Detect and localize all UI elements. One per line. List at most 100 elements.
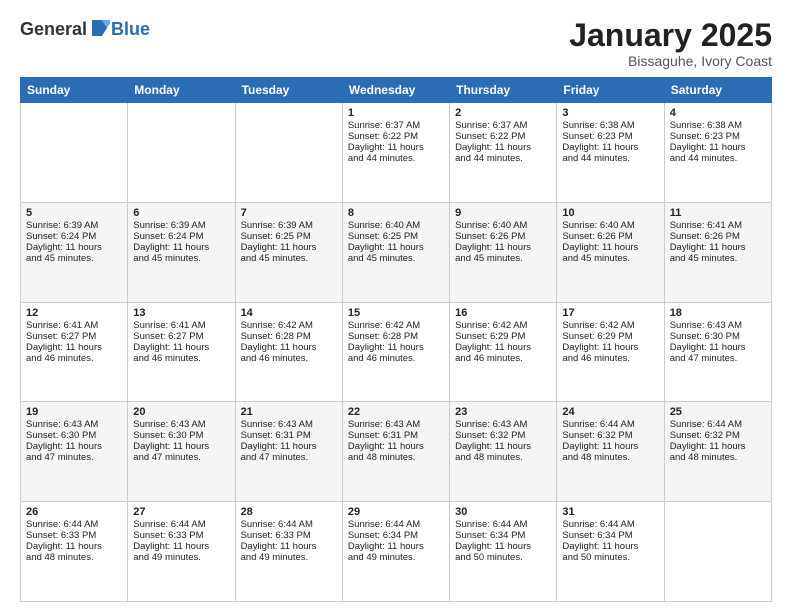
day-info-line: and 48 minutes. [26, 552, 122, 563]
day-number: 27 [133, 506, 229, 518]
day-info-line: Sunset: 6:34 PM [455, 530, 551, 541]
day-number: 12 [26, 307, 122, 319]
day-info-line: and 46 minutes. [348, 353, 444, 364]
calendar-cell: 31Sunrise: 6:44 AMSunset: 6:34 PMDayligh… [557, 502, 664, 602]
day-number: 26 [26, 506, 122, 518]
calendar-cell: 26Sunrise: 6:44 AMSunset: 6:33 PMDayligh… [21, 502, 128, 602]
day-number: 9 [455, 207, 551, 219]
day-info-line: Daylight: 11 hours [26, 541, 122, 552]
day-info-line: Daylight: 11 hours [670, 242, 766, 253]
day-info-line: Daylight: 11 hours [348, 242, 444, 253]
day-info-line: Daylight: 11 hours [670, 441, 766, 452]
day-info-line: Daylight: 11 hours [562, 142, 658, 153]
day-info-line: and 47 minutes. [241, 452, 337, 463]
day-info-line: Sunset: 6:24 PM [133, 231, 229, 242]
day-header-saturday: Saturday [664, 78, 771, 103]
calendar-week-4: 19Sunrise: 6:43 AMSunset: 6:30 PMDayligh… [21, 402, 772, 502]
day-info-line: Sunrise: 6:43 AM [455, 419, 551, 430]
calendar-cell [235, 103, 342, 203]
calendar-cell: 25Sunrise: 6:44 AMSunset: 6:32 PMDayligh… [664, 402, 771, 502]
calendar-cell: 10Sunrise: 6:40 AMSunset: 6:26 PMDayligh… [557, 202, 664, 302]
day-info-line: Sunset: 6:24 PM [26, 231, 122, 242]
day-info-line: Sunrise: 6:39 AM [133, 220, 229, 231]
calendar-cell: 6Sunrise: 6:39 AMSunset: 6:24 PMDaylight… [128, 202, 235, 302]
day-info-line: Daylight: 11 hours [241, 541, 337, 552]
calendar-cell: 9Sunrise: 6:40 AMSunset: 6:26 PMDaylight… [450, 202, 557, 302]
day-info-line: Sunset: 6:25 PM [241, 231, 337, 242]
day-info-line: Sunset: 6:28 PM [348, 331, 444, 342]
calendar-cell: 7Sunrise: 6:39 AMSunset: 6:25 PMDaylight… [235, 202, 342, 302]
calendar-cell: 22Sunrise: 6:43 AMSunset: 6:31 PMDayligh… [342, 402, 449, 502]
day-info-line: Sunset: 6:27 PM [133, 331, 229, 342]
day-info-line: and 45 minutes. [26, 253, 122, 264]
day-info-line: Sunset: 6:27 PM [26, 331, 122, 342]
day-number: 30 [455, 506, 551, 518]
day-number: 11 [670, 207, 766, 219]
day-number: 29 [348, 506, 444, 518]
day-info-line: Sunset: 6:28 PM [241, 331, 337, 342]
day-info-line: and 44 minutes. [562, 153, 658, 164]
calendar-cell: 8Sunrise: 6:40 AMSunset: 6:25 PMDaylight… [342, 202, 449, 302]
calendar-cell: 12Sunrise: 6:41 AMSunset: 6:27 PMDayligh… [21, 302, 128, 402]
day-number: 19 [26, 406, 122, 418]
day-info-line: and 45 minutes. [670, 253, 766, 264]
day-info-line: Daylight: 11 hours [455, 541, 551, 552]
day-info-line: Sunrise: 6:44 AM [26, 519, 122, 530]
day-info-line: Sunset: 6:30 PM [133, 430, 229, 441]
calendar-header-row: SundayMondayTuesdayWednesdayThursdayFrid… [21, 78, 772, 103]
day-number: 20 [133, 406, 229, 418]
calendar-cell: 19Sunrise: 6:43 AMSunset: 6:30 PMDayligh… [21, 402, 128, 502]
day-number: 5 [26, 207, 122, 219]
calendar-cell: 24Sunrise: 6:44 AMSunset: 6:32 PMDayligh… [557, 402, 664, 502]
day-number: 3 [562, 107, 658, 119]
day-info-line: Daylight: 11 hours [455, 441, 551, 452]
day-info-line: Sunrise: 6:44 AM [241, 519, 337, 530]
day-info-line: Daylight: 11 hours [241, 242, 337, 253]
day-info-line: and 49 minutes. [348, 552, 444, 563]
day-info-line: Sunset: 6:32 PM [562, 430, 658, 441]
day-info-line: Sunrise: 6:43 AM [133, 419, 229, 430]
day-info-line: Daylight: 11 hours [348, 441, 444, 452]
day-info-line: Sunset: 6:33 PM [26, 530, 122, 541]
day-info-line: and 45 minutes. [455, 253, 551, 264]
calendar-cell: 16Sunrise: 6:42 AMSunset: 6:29 PMDayligh… [450, 302, 557, 402]
day-info-line: Daylight: 11 hours [562, 541, 658, 552]
day-info-line: and 45 minutes. [562, 253, 658, 264]
day-number: 15 [348, 307, 444, 319]
calendar-cell [21, 103, 128, 203]
day-info-line: Sunrise: 6:44 AM [133, 519, 229, 530]
calendar-cell: 13Sunrise: 6:41 AMSunset: 6:27 PMDayligh… [128, 302, 235, 402]
day-number: 24 [562, 406, 658, 418]
day-info-line: and 45 minutes. [348, 253, 444, 264]
day-info-line: Sunrise: 6:43 AM [26, 419, 122, 430]
day-info-line: Daylight: 11 hours [26, 441, 122, 452]
day-info-line: Sunset: 6:31 PM [241, 430, 337, 441]
calendar-week-2: 5Sunrise: 6:39 AMSunset: 6:24 PMDaylight… [21, 202, 772, 302]
day-info-line: Sunset: 6:26 PM [670, 231, 766, 242]
day-info-line: Daylight: 11 hours [455, 342, 551, 353]
day-info-line: Daylight: 11 hours [241, 441, 337, 452]
day-info-line: Sunset: 6:32 PM [455, 430, 551, 441]
day-info-line: Sunrise: 6:40 AM [562, 220, 658, 231]
day-info-line: Sunrise: 6:44 AM [348, 519, 444, 530]
day-info-line: Daylight: 11 hours [133, 541, 229, 552]
day-info-line: Sunrise: 6:44 AM [562, 519, 658, 530]
day-info-line: Daylight: 11 hours [455, 142, 551, 153]
calendar-cell: 17Sunrise: 6:42 AMSunset: 6:29 PMDayligh… [557, 302, 664, 402]
day-info-line: and 45 minutes. [133, 253, 229, 264]
calendar-cell: 1Sunrise: 6:37 AMSunset: 6:22 PMDaylight… [342, 103, 449, 203]
day-info-line: Daylight: 11 hours [670, 342, 766, 353]
day-number: 10 [562, 207, 658, 219]
day-header-tuesday: Tuesday [235, 78, 342, 103]
day-info-line: and 50 minutes. [562, 552, 658, 563]
day-info-line: Daylight: 11 hours [348, 541, 444, 552]
day-header-friday: Friday [557, 78, 664, 103]
calendar-cell: 27Sunrise: 6:44 AMSunset: 6:33 PMDayligh… [128, 502, 235, 602]
day-info-line: Sunrise: 6:41 AM [26, 320, 122, 331]
day-number: 22 [348, 406, 444, 418]
day-header-sunday: Sunday [21, 78, 128, 103]
day-info-line: and 48 minutes. [455, 452, 551, 463]
day-number: 17 [562, 307, 658, 319]
day-info-line: and 49 minutes. [133, 552, 229, 563]
day-header-wednesday: Wednesday [342, 78, 449, 103]
